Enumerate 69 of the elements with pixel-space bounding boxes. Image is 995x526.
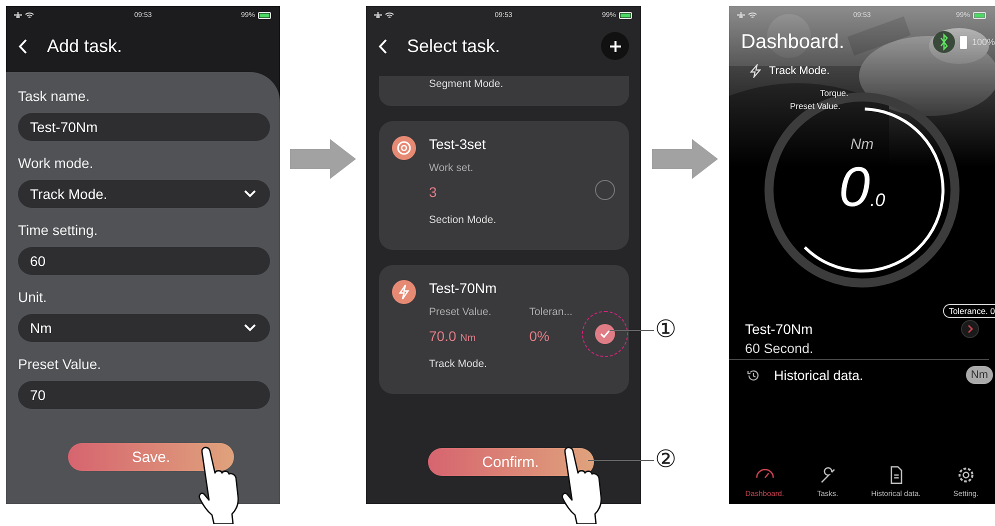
torque-value: 0	[838, 159, 870, 215]
wifi-icon	[748, 12, 757, 18]
field-label: Preset Value.	[18, 356, 102, 373]
chevron-right-icon[interactable]	[961, 320, 979, 338]
tolerance-badge: Tolerance. 0	[942, 304, 995, 318]
check-icon	[600, 330, 610, 338]
wifi-icon	[385, 12, 394, 18]
field-value: 3	[429, 184, 438, 202]
task-mode: Section Mode.	[429, 214, 498, 226]
task-card[interactable]: Segment Mode.	[379, 76, 629, 106]
back-icon[interactable]	[378, 38, 387, 54]
gauge-label: Torque.	[820, 88, 848, 98]
chevron-down-icon	[244, 190, 256, 198]
work-mode: Track Mode.	[769, 65, 830, 77]
add-button[interactable]	[601, 32, 629, 60]
callout-number: ①	[655, 315, 677, 343]
task-name: Test-70Nm	[429, 280, 498, 298]
history-icon	[747, 368, 760, 382]
leader-line	[588, 460, 654, 461]
input-field[interactable]: Test-70Nm	[18, 113, 270, 141]
battery-icon	[258, 12, 272, 18]
arrow-icon	[652, 139, 718, 179]
task-duration: 60 Second.	[729, 338, 989, 360]
unit-toggle[interactable]: Nm	[966, 366, 993, 384]
field-label: Task name.	[18, 88, 91, 105]
task-name: Test-3set	[429, 136, 487, 154]
torque-decimal: .0	[870, 190, 886, 211]
field-value: 70.0 Nm	[429, 328, 477, 346]
chevron-down-icon	[244, 324, 256, 332]
checked-radio[interactable]	[595, 324, 615, 344]
arrow-icon	[290, 139, 356, 179]
target-icon	[392, 136, 416, 160]
back-icon[interactable]	[18, 38, 27, 54]
airplane-icon	[374, 11, 382, 19]
screen-title: Dashboard.	[741, 30, 844, 54]
input-field[interactable]: 70	[18, 381, 270, 409]
callout-number: ②	[655, 445, 677, 473]
unit-label: Nm	[850, 136, 874, 153]
screen-title: Add task.	[47, 36, 122, 56]
battery-level: 100%	[972, 37, 995, 47]
airplane-icon	[14, 11, 22, 19]
field-label: Toleran...	[529, 306, 572, 320]
battery-icon	[973, 12, 987, 18]
lightning-icon	[749, 64, 761, 78]
task-name: Test-70Nm	[745, 321, 813, 337]
screen-title: Select task.	[407, 36, 500, 56]
leader-line	[610, 330, 654, 331]
field-label: Work set.	[429, 162, 474, 176]
airplane-icon	[737, 11, 745, 19]
input-field[interactable]: 60	[18, 247, 270, 275]
field-label: Work mode.	[18, 155, 94, 172]
plus-icon	[608, 40, 622, 52]
task-card[interactable]: Test-3set Work set. 3 Section Mode.	[379, 121, 629, 250]
gauge-label: Preset Value.	[790, 101, 840, 111]
field-value: 0%	[529, 328, 550, 346]
wifi-icon	[25, 12, 34, 18]
history-link[interactable]: Historical data.	[774, 368, 864, 382]
battery-icon	[619, 12, 633, 18]
field-label: Preset Value.	[429, 306, 492, 320]
task-mode: Track Mode.	[429, 358, 488, 370]
task-card[interactable]: Test-70Nm Preset Value. 70.0 Nm Toleran... 0% Track Mode.	[379, 265, 629, 394]
bluetooth-icon	[932, 31, 955, 53]
field-label: Time setting.	[18, 222, 99, 239]
field-label: Unit.	[18, 289, 48, 306]
lightning-icon	[392, 280, 416, 304]
task-mode: Segment Mode.	[429, 78, 504, 90]
radio-button[interactable]	[595, 180, 615, 200]
dropdown-field[interactable]: Nm	[18, 314, 270, 342]
dropdown-field[interactable]: Track Mode.	[18, 180, 270, 208]
